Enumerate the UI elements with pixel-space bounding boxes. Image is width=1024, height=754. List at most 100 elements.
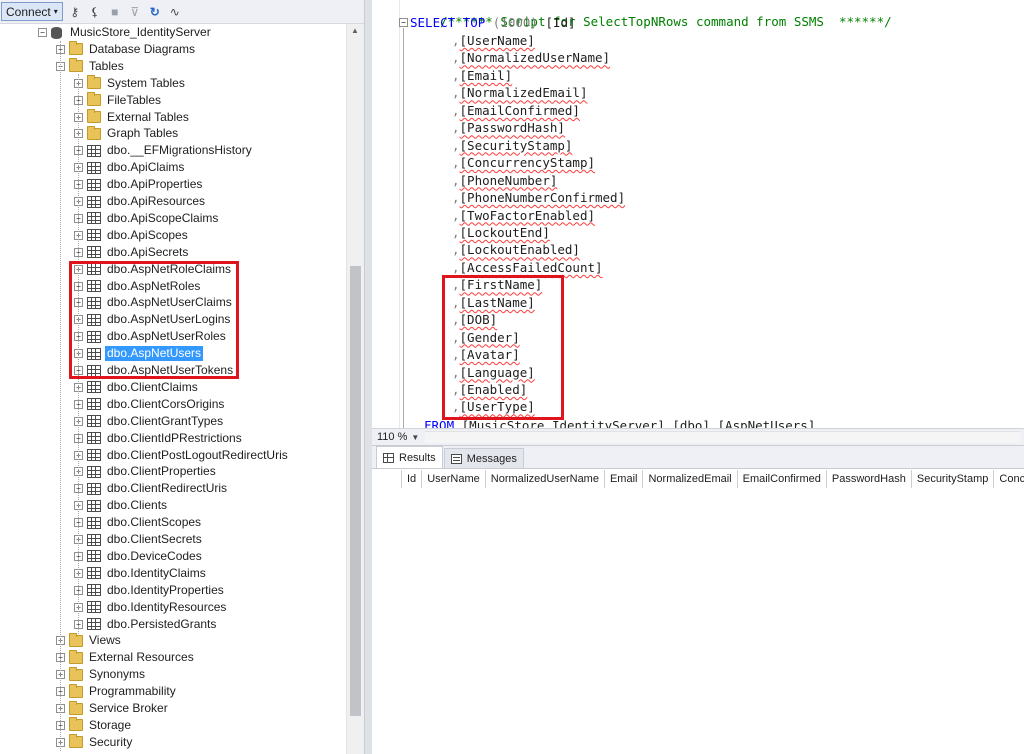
tree-node-folder[interactable]: + System Tables (74, 75, 187, 92)
tree-node-table[interactable]: + dbo.IdentityProperties (74, 582, 226, 599)
tree-node-database[interactable]: − MusicStore_IdentityServer (38, 24, 213, 41)
tree-node-table[interactable]: + dbo.AspNetUsers (74, 345, 204, 362)
tab-messages[interactable]: Messages (443, 448, 524, 468)
tree-node-table[interactable]: + dbo.AspNetUserRoles (74, 328, 228, 345)
sql-comma: , (452, 224, 460, 240)
sql-keyword-top: TOP (462, 15, 486, 30)
tree-node-label: Database Diagrams (89, 41, 196, 56)
tree-node-table[interactable]: + dbo.IdentityClaims (74, 565, 208, 582)
collapse-icon[interactable]: − (399, 18, 408, 27)
connect-server-icon[interactable]: ⚷ (67, 4, 83, 20)
tree-node-table[interactable]: + dbo.ClientIdPRestrictions (74, 430, 244, 447)
tree-node-table[interactable]: + dbo.__EFMigrationsHistory (74, 142, 254, 159)
tree-node-folder[interactable]: + Storage (56, 717, 133, 734)
sql-column-name: [PhoneNumber] (459, 172, 558, 188)
editor-horizontal-scrollbar[interactable] (425, 431, 1022, 443)
tree-node-table[interactable]: + dbo.ApiScopeClaims (74, 210, 220, 227)
connect-button[interactable]: Connect ▾ (1, 2, 63, 21)
tree-node-folder[interactable]: + Programmability (56, 683, 178, 700)
column-header[interactable]: SecurityStamp (911, 470, 995, 488)
tree-node-table[interactable]: + dbo.AspNetRoles (74, 278, 202, 295)
tree-node-folder[interactable]: + FileTables (74, 92, 163, 109)
tree-node-label: Storage (89, 717, 132, 732)
tree-node-table[interactable]: + dbo.ClientClaims (74, 379, 200, 396)
table-icon (87, 516, 101, 529)
column-header[interactable]: EmailConfirmed (737, 470, 827, 488)
column-header[interactable]: PasswordHash (826, 470, 912, 488)
zoom-level[interactable]: 110 % (373, 431, 411, 443)
table-icon (87, 195, 101, 208)
tree-node-folder[interactable]: + Synonyms (56, 666, 147, 683)
tree-node-label: dbo.AspNetUserTokens (107, 363, 234, 377)
table-icon (87, 280, 101, 292)
scroll-up-icon[interactable]: ▲ (351, 26, 359, 35)
tree-node-table[interactable]: + dbo.ClientCorsOrigins (74, 396, 226, 413)
disconnect-icon[interactable]: ⚸ (87, 4, 103, 20)
tree-node-folder[interactable]: − Tables (56, 58, 126, 75)
tree-node-folder[interactable]: + External Tables (74, 109, 191, 126)
tree-node-label: Programmability (89, 684, 176, 699)
tree-node-table[interactable]: + dbo.ClientSecrets (74, 531, 204, 548)
column-header[interactable]: NormalizedUserName (485, 470, 605, 488)
tree-node-table[interactable]: + dbo.ClientPostLogoutRedirectUris (74, 447, 290, 464)
tree-node-label: dbo.ApiSecrets (107, 244, 189, 259)
tree-node-label: dbo.ClientGrantTypes (107, 413, 224, 428)
tab-results[interactable]: Results (376, 446, 443, 468)
folder-icon (69, 58, 83, 73)
tree-node-table[interactable]: + dbo.IdentityResources (74, 599, 228, 616)
column-header[interactable]: Email (604, 470, 644, 488)
sql-column-line: ,[UserName] (452, 32, 535, 49)
pane-splitter[interactable] (364, 0, 372, 754)
refresh-icon[interactable]: ↻ (147, 4, 163, 20)
row-header-corner[interactable] (376, 470, 402, 488)
folder-icon (69, 683, 83, 698)
tree-node-folder[interactable]: + Views (56, 632, 123, 649)
column-header[interactable]: Id (402, 470, 423, 488)
chevron-down-icon[interactable]: ▾ (54, 7, 58, 16)
tree-node-folder[interactable]: + Database Diagrams (56, 41, 197, 58)
column-header[interactable]: Concurrenc (994, 470, 1024, 488)
tree-node-table[interactable]: + dbo.PersistedGrants (74, 616, 218, 633)
tree-node-folder[interactable]: + External Resources (56, 649, 196, 666)
tree-node-folder[interactable]: + Security (56, 734, 134, 751)
column-header[interactable]: UserName (422, 470, 486, 488)
editor-margin (372, 0, 400, 428)
table-icon (87, 601, 101, 614)
tree-node-table[interactable]: + dbo.ApiSecrets (74, 244, 190, 261)
tree-node-label: dbo.ApiScopeClaims (107, 210, 219, 225)
tree-node-table[interactable]: + dbo.ClientRedirectUris (74, 480, 229, 497)
tree-node-label: dbo.PersistedGrants (107, 616, 217, 631)
activity-monitor-icon[interactable]: ∿ (167, 4, 183, 20)
tree-node-label: dbo.ApiResources (107, 194, 206, 208)
column-header[interactable]: NormalizedEmail (643, 470, 738, 488)
tree-node-table[interactable]: + dbo.ApiProperties (74, 176, 204, 193)
results-pane: Results Messages Id UserName NormalizedUse… (372, 445, 1024, 754)
tree-node-table[interactable]: + dbo.AspNetRoleClaims (74, 261, 233, 278)
tree-node-table[interactable]: + dbo.ApiScopes (74, 227, 190, 244)
filter-icon[interactable]: ⊽ (127, 4, 143, 20)
tree-node-table[interactable]: + dbo.ClientProperties (74, 463, 218, 480)
query-editor[interactable]: − /****** Script for SelectTopNRows comm… (372, 0, 1024, 428)
tree-node-table[interactable]: + dbo.AspNetUserLogins (74, 311, 232, 328)
sql-column-name: [PasswordHash] (459, 120, 565, 136)
zoom-dropdown-icon[interactable]: ▼ (411, 433, 419, 442)
tree-node-table[interactable]: + dbo.ClientScopes (74, 514, 203, 531)
tree-node-table[interactable]: + dbo.DeviceCodes (74, 548, 204, 565)
tree-node-label: dbo.IdentityClaims (107, 565, 206, 580)
stop-icon[interactable]: ■ (107, 4, 123, 20)
tree-node-table[interactable]: + dbo.ApiClaims (74, 159, 186, 176)
tree-node-table[interactable]: + dbo.AspNetUserClaims (74, 294, 234, 311)
table-icon (87, 550, 101, 563)
scrollbar-thumb[interactable] (350, 266, 361, 716)
tree-node-folder[interactable]: + Graph Tables (74, 125, 180, 142)
tree-node-table[interactable]: + dbo.ClientGrantTypes (74, 413, 225, 430)
collapse-icon[interactable]: − (38, 28, 47, 37)
sql-column-line: ,[UserType] (452, 398, 535, 415)
object-explorer-scrollbar[interactable]: ▲ (346, 24, 364, 754)
sql-comma: , (452, 33, 460, 48)
table-icon (87, 533, 101, 546)
tree-node-table[interactable]: + dbo.ApiResources (74, 193, 207, 210)
tree-node-table[interactable]: + dbo.AspNetUserTokens (74, 362, 235, 379)
tree-node-table[interactable]: + dbo.Clients (74, 497, 169, 514)
tree-node-folder[interactable]: + Service Broker (56, 700, 170, 717)
